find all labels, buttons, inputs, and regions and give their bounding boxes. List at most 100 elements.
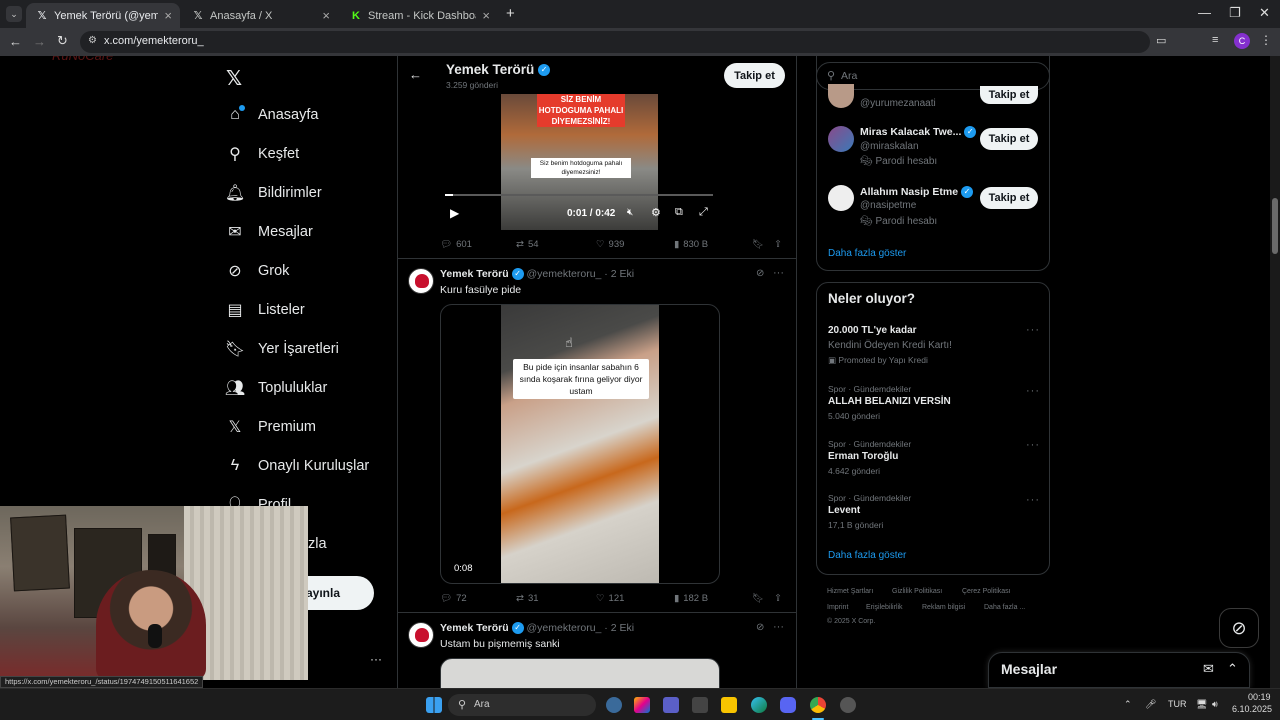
- chrome-icon[interactable]: [810, 697, 826, 713]
- grok-fab-icon[interactable]: ⊘: [1219, 608, 1259, 648]
- microphone-icon[interactable]: 🎤︎: [1145, 699, 1156, 710]
- views-button[interactable]: ▮ 830 B: [674, 239, 708, 250]
- profile-avatar[interactable]: C: [1234, 33, 1250, 49]
- trend-name[interactable]: ALLAH BELANIZI VERSİN: [828, 396, 951, 407]
- fullscreen-icon[interactable]: ⤢: [699, 206, 708, 219]
- trend-name[interactable]: Levent: [828, 505, 860, 516]
- nav-bildirimler[interactable]: 🔔︎ Bildirimler: [225, 184, 322, 202]
- close-tab-icon[interactable]: ×: [482, 8, 490, 23]
- scrollbar-thumb[interactable]: [1272, 198, 1278, 254]
- footer-link[interactable]: Daha fazla ...: [984, 604, 1025, 611]
- bookmark-button[interactable]: 🔖︎: [752, 239, 764, 250]
- cast-icon[interactable]: ▭: [1156, 34, 1166, 47]
- file-explorer-icon[interactable]: [721, 697, 737, 713]
- footer-link[interactable]: Gizlilik Politikası: [892, 588, 942, 595]
- promo-title[interactable]: 20.000 TL'ye kadar: [828, 325, 917, 336]
- share-icon[interactable]: ⇪: [774, 239, 782, 250]
- show-more-link[interactable]: Daha fazla göster: [828, 248, 906, 259]
- clock-time[interactable]: 00:19: [1248, 692, 1271, 702]
- windows-start-icon[interactable]: [426, 697, 442, 713]
- follow-button[interactable]: Takip et: [724, 63, 785, 88]
- mute-icon[interactable]: 🔇︎: [627, 207, 633, 218]
- nav-yer-isaretleri[interactable]: 🔖︎ Yer İşaretleri: [225, 340, 339, 358]
- grok-icon[interactable]: ⊘: [756, 268, 764, 279]
- promo-desc[interactable]: Kendini Ödeyen Kredi Kartı!: [828, 340, 952, 351]
- close-tab-icon[interactable]: ×: [322, 8, 330, 23]
- video-progress-track[interactable]: [445, 194, 713, 196]
- discord-icon[interactable]: [780, 697, 796, 713]
- footer-link[interactable]: Çerez Politikası: [962, 588, 1011, 595]
- show-more-trends-link[interactable]: Daha fazla göster: [828, 550, 906, 561]
- menu-icon[interactable]: ⋮: [1260, 33, 1272, 47]
- back-arrow-icon[interactable]: ←: [409, 67, 422, 82]
- forward-icon[interactable]: →: [33, 34, 46, 49]
- more-options-icon[interactable]: ···: [773, 267, 784, 279]
- tab-search-button[interactable]: ⌄: [6, 6, 22, 22]
- play-icon[interactable]: ▶: [450, 206, 459, 220]
- taskbar-search[interactable]: ⚲ Ara: [448, 694, 596, 716]
- grok-icon[interactable]: ⊘: [756, 622, 764, 633]
- settings-icon[interactable]: ⚙: [651, 206, 661, 219]
- footer-link[interactable]: Erişilebilirlik: [866, 604, 903, 611]
- account-more-icon[interactable]: ···: [370, 652, 382, 666]
- tray-overflow-icon[interactable]: ⌃: [1124, 699, 1132, 710]
- suggestion-handle[interactable]: @nasipetme: [860, 200, 916, 211]
- messages-drawer[interactable]: Mesajlar ✉ ⌃: [988, 652, 1250, 688]
- repost-button[interactable]: ⇄ 54: [516, 239, 539, 250]
- footer-link[interactable]: Hizmet Şartları: [827, 588, 873, 595]
- clock-date[interactable]: 6.10.2025: [1232, 704, 1272, 714]
- more-options-icon[interactable]: ···: [1026, 324, 1040, 336]
- pip-icon[interactable]: ⧉: [675, 206, 683, 219]
- reply-button[interactable]: 💬︎ 601: [440, 239, 472, 250]
- tweet-time[interactable]: · 2 Eki: [604, 622, 634, 634]
- expand-icon[interactable]: ⌃: [1227, 661, 1238, 677]
- app-icon[interactable]: [840, 697, 856, 713]
- copilot-icon[interactable]: [606, 697, 622, 713]
- nav-mesajlar[interactable]: ✉ Mesajlar: [226, 223, 313, 241]
- avatar[interactable]: [828, 185, 854, 211]
- close-window-icon[interactable]: ✕: [1259, 5, 1270, 21]
- nav-daha-fazla[interactable]: zla: [308, 536, 327, 552]
- follow-button[interactable]: Takip et: [980, 128, 1038, 150]
- extension-icon[interactable]: ≡: [1212, 34, 1218, 46]
- footer-link[interactable]: Imprint: [827, 604, 848, 611]
- more-options-icon[interactable]: ···: [1026, 439, 1040, 451]
- trend-name[interactable]: Erman Toroğlu: [828, 451, 898, 462]
- store-icon[interactable]: [692, 697, 708, 713]
- teams-icon[interactable]: [663, 697, 679, 713]
- like-button[interactable]: ♡ 121: [596, 593, 624, 604]
- suggestion-handle[interactable]: @yurumezanaati: [860, 98, 936, 109]
- volume-icon[interactable]: 🔊︎: [1212, 699, 1218, 710]
- tab-kick-dashboard[interactable]: K Stream - Kick Dashboard ×: [340, 3, 498, 28]
- more-options-icon[interactable]: ···: [1026, 494, 1040, 506]
- views-button[interactable]: ▮ 182 B: [674, 593, 708, 604]
- reply-button[interactable]: 💬︎ 72: [440, 593, 467, 604]
- bookmark-button[interactable]: 🔖︎: [752, 593, 764, 604]
- nav-listeler[interactable]: ▤ Listeler: [226, 301, 304, 319]
- address-bar[interactable]: ⚙ x.com/yemekteroru_: [80, 31, 1150, 53]
- suggestion-name-text[interactable]: Miras Kalacak Twe...: [860, 126, 961, 138]
- like-button[interactable]: ♡ 939: [596, 239, 624, 250]
- author-handle[interactable]: @yemekteroru_: [527, 622, 602, 634]
- video-player-1[interactable]: SİZ BENİM HOTDOGUMA PAHALI DİYEMEZSİNİZ!…: [441, 94, 719, 230]
- site-info-icon[interactable]: ⚙: [88, 35, 97, 46]
- close-tab-icon[interactable]: ×: [164, 8, 172, 23]
- edge-icon[interactable]: [751, 697, 767, 713]
- footer-link[interactable]: Reklam bilgisi: [922, 604, 965, 611]
- video-player-2[interactable]: Bu pide için insanlar sabahın 6 sında ko…: [440, 304, 720, 584]
- suggestion-handle[interactable]: @miraskalan: [860, 141, 919, 152]
- tab-anasayfa[interactable]: 𝕏 Anasayfa / X ×: [182, 3, 338, 28]
- follow-button[interactable]: Takip et: [980, 86, 1038, 104]
- avatar[interactable]: [828, 126, 854, 152]
- page-scrollbar[interactable]: [1270, 56, 1280, 688]
- new-tab-button[interactable]: +: [506, 5, 515, 22]
- share-icon[interactable]: ⇪: [774, 593, 782, 604]
- copilot-app-icon[interactable]: [634, 697, 650, 713]
- more-options-icon[interactable]: ···: [1026, 385, 1040, 397]
- author-name[interactable]: Yemek Terörü: [440, 268, 509, 280]
- tab-yemek-teroru[interactable]: 𝕏 Yemek Terörü (@yemekteroru_) ×: [26, 3, 180, 28]
- input-language[interactable]: TUR: [1168, 699, 1187, 709]
- avatar[interactable]: [408, 268, 434, 294]
- back-icon[interactable]: ←: [9, 34, 22, 49]
- tweet-media-preview[interactable]: [440, 658, 720, 688]
